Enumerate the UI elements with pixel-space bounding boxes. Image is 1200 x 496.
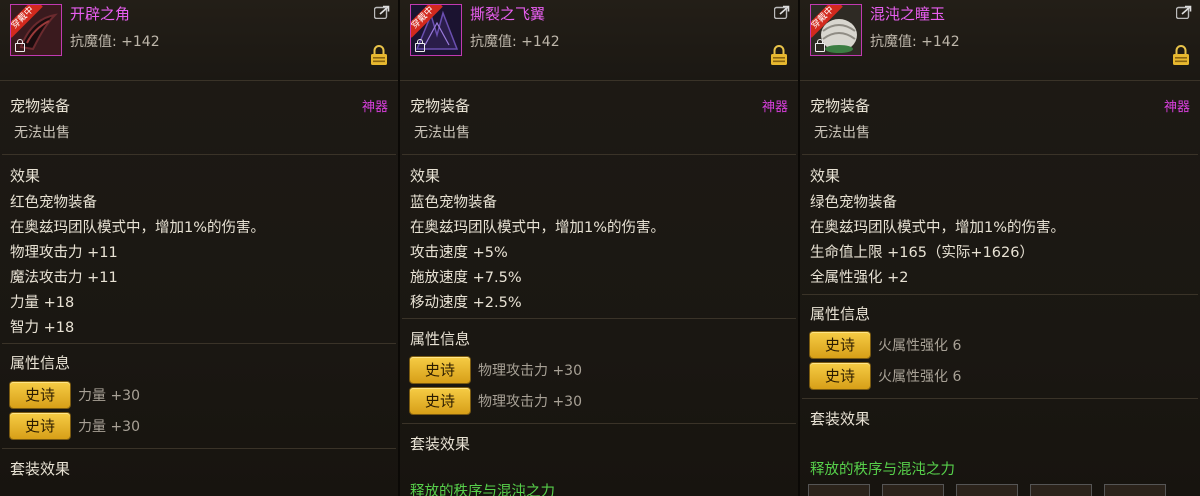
item-name: 开辟之角: [70, 5, 131, 23]
effect-line: 攻击速度 +5%: [410, 245, 508, 261]
share-icon[interactable]: [374, 5, 390, 19]
attr-value: 物理攻击力 +30: [478, 394, 582, 410]
small-lock-icon: [815, 39, 825, 52]
category-label: 宠物装备: [10, 97, 71, 115]
effect-line: 生命值上限 +165（实际+1626）: [810, 245, 1034, 261]
epic-button[interactable]: 史诗: [10, 413, 70, 439]
epic-button[interactable]: 史诗: [410, 388, 470, 414]
lock-icon[interactable]: [1172, 44, 1190, 66]
set-item-icon[interactable]: [1030, 484, 1092, 496]
set-name: 释放的秩序与混沌之力: [410, 484, 555, 496]
divider: [402, 423, 796, 424]
set-title: 套装效果: [10, 460, 71, 478]
epic-button[interactable]: 史诗: [810, 363, 870, 389]
attr-row: 史诗 物理攻击力 +30: [410, 388, 582, 414]
set-item-icon[interactable]: [956, 484, 1018, 496]
effect-line: 物理攻击力 +11: [10, 245, 118, 261]
effect-line: 在奥兹玛团队模式中，增加1%的伤害。: [410, 220, 666, 236]
attr-value: 力量 +30: [78, 388, 140, 404]
epic-button[interactable]: 史诗: [10, 382, 70, 408]
set-title: 套装效果: [410, 435, 471, 453]
effect-line: 施放速度 +7.5%: [410, 270, 522, 286]
wing-item-icon[interactable]: 穿戴中: [410, 4, 462, 56]
divider: [802, 154, 1198, 155]
effect-line: 在奥兹玛团队模式中，增加1%的伤害。: [10, 220, 266, 236]
effect-line: 智力 +18: [10, 320, 75, 336]
sell-status: 无法出售: [14, 125, 70, 141]
item-tooltip-1: 穿戴中 开辟之角 抗魔值: +142 宠物装备 神器 无法出售 效果 红色宠物装…: [0, 0, 400, 496]
lock-icon[interactable]: [770, 44, 788, 66]
set-item-icon[interactable]: [1104, 484, 1166, 496]
effect-title: 效果: [810, 167, 841, 185]
effect-title: 效果: [10, 167, 41, 185]
effect-line: 蓝色宠物装备: [410, 195, 497, 211]
divider: [802, 398, 1198, 399]
epic-button[interactable]: 史诗: [410, 357, 470, 383]
grade-tag: 神器: [361, 100, 388, 115]
effect-line: 魔法攻击力 +11: [10, 270, 118, 286]
resist-value: 抗魔值: +142: [470, 34, 560, 50]
divider: [2, 343, 396, 344]
set-title: 套装效果: [810, 410, 871, 428]
grade-tag: 神器: [1163, 100, 1190, 115]
epic-button[interactable]: 史诗: [810, 332, 870, 358]
set-item-icon[interactable]: [882, 484, 944, 496]
divider: [402, 318, 796, 319]
item-tooltip-3: 穿戴中 混沌之瞳玉 抗魔值: +142 宠物装备 神器 无法出售 效果 绿色宠物…: [800, 0, 1200, 496]
attr-row: 史诗 火属性强化 6: [810, 363, 961, 389]
attr-row: 史诗 力量 +30: [10, 413, 140, 439]
orb-item-icon[interactable]: 穿戴中: [810, 4, 862, 56]
attr-title: 属性信息: [810, 305, 871, 323]
small-lock-icon: [15, 39, 25, 52]
tooltip-header: 穿戴中 撕裂之飞翼 抗魔值: +142: [400, 0, 798, 81]
tooltip-header: 穿戴中 混沌之瞳玉 抗魔值: +142: [800, 0, 1200, 81]
effect-line: 绿色宠物装备: [810, 195, 897, 211]
divider: [802, 294, 1198, 295]
effect-line: 在奥兹玛团队模式中，增加1%的伤害。: [810, 220, 1066, 236]
category-label: 宠物装备: [410, 97, 471, 115]
sell-status: 无法出售: [814, 125, 870, 141]
attr-value: 火属性强化 6: [878, 369, 962, 385]
share-icon[interactable]: [1176, 5, 1192, 19]
effect-line: 红色宠物装备: [10, 195, 97, 211]
set-name: 释放的秩序与混沌之力: [810, 462, 955, 478]
sell-status: 无法出售: [414, 125, 470, 141]
attr-row: 史诗 物理攻击力 +30: [410, 357, 582, 383]
divider: [402, 154, 796, 155]
lock-icon[interactable]: [370, 44, 388, 66]
attr-value: 物理攻击力 +30: [478, 363, 582, 379]
effect-title: 效果: [410, 167, 441, 185]
item-tooltip-2: 穿戴中 撕裂之飞翼 抗魔值: +142 宠物装备 神器 无法出售 效果 蓝色宠物…: [400, 0, 800, 496]
small-lock-icon: [415, 39, 425, 52]
item-name: 撕裂之飞翼: [470, 5, 546, 23]
attr-title: 属性信息: [410, 330, 471, 348]
category-label: 宠物装备: [810, 97, 871, 115]
attr-row: 史诗 火属性强化 6: [810, 332, 961, 358]
set-item-icons: [808, 484, 1178, 496]
divider: [2, 154, 396, 155]
horn-item-icon[interactable]: 穿戴中: [10, 4, 62, 56]
effect-line: 移动速度 +2.5%: [410, 295, 522, 311]
attr-value: 力量 +30: [78, 419, 140, 435]
effect-line: 力量 +18: [10, 295, 75, 311]
resist-value: 抗魔值: +142: [870, 34, 960, 50]
attr-row: 史诗 力量 +30: [10, 382, 140, 408]
item-name: 混沌之瞳玉: [870, 5, 946, 23]
share-icon[interactable]: [774, 5, 790, 19]
grade-tag: 神器: [761, 100, 788, 115]
attr-title: 属性信息: [10, 354, 71, 372]
effect-line: 全属性强化 +2: [810, 270, 909, 286]
resist-value: 抗魔值: +142: [70, 34, 160, 50]
attr-value: 火属性强化 6: [878, 338, 962, 354]
set-item-icon[interactable]: [808, 484, 870, 496]
divider: [2, 448, 396, 449]
tooltip-header: 穿戴中 开辟之角 抗魔值: +142: [0, 0, 398, 81]
